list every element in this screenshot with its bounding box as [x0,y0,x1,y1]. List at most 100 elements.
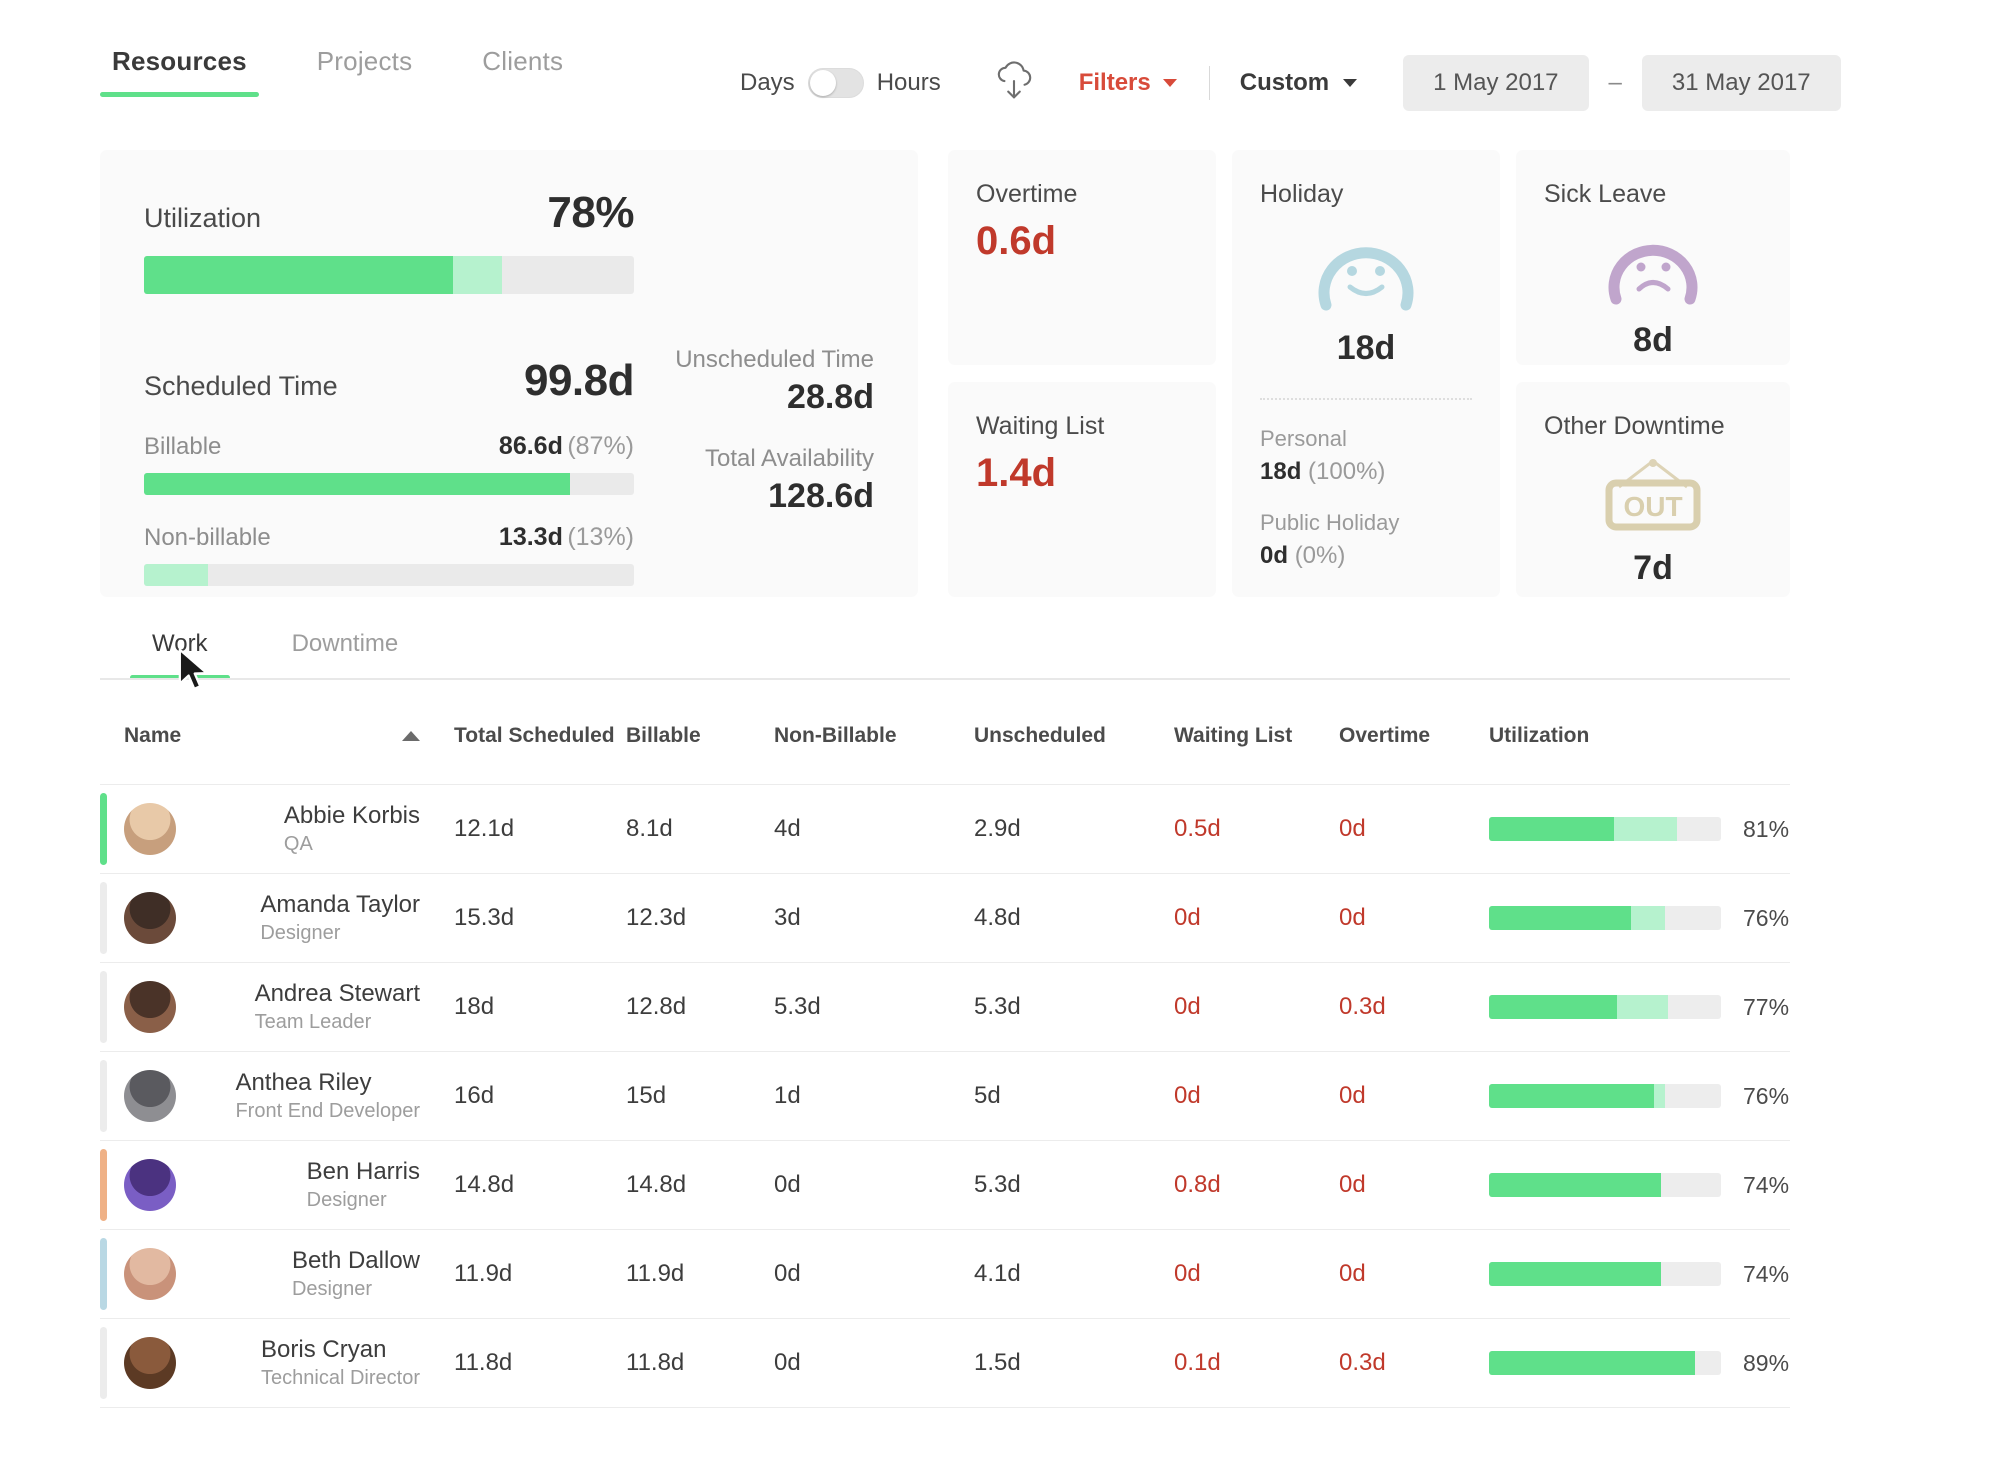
cell-unscheduled: 4.8d [974,904,1021,931]
date-from-input[interactable]: 1 May 2017 [1403,55,1589,111]
table-row[interactable]: Boris Cryan Technical Director 11.8d 11.8d 0… [100,1318,1790,1407]
other-downtime-card: Other Downtime OUT 7d [1516,382,1790,597]
utilization-label: Utilization [144,203,262,233]
row-accent-bar [100,793,107,865]
row-accent-bar [100,882,107,954]
tab-resources[interactable]: Resources [100,46,259,97]
toolbar: Days Hours Filters Custom 1 May 2017 – 3… [740,55,1841,111]
billable-label: Billable [144,433,222,460]
utilization-percent: 77% [1743,993,1790,1020]
resource-role: Designer [260,922,341,945]
resource-report-page: Resources Projects Clients Days Hours Fi… [0,0,1996,1480]
toolbar-divider [1208,66,1210,100]
column-header-non-billable[interactable]: Non-Billable [774,723,974,749]
table-row[interactable]: Amanda Taylor Designer 15.3d 12.3d 3d 4.8d 0d 0… [100,873,1790,962]
billable-bar [144,473,634,495]
cell-billable: 12.8d [626,993,687,1020]
sad-face-icon [1544,227,1762,311]
column-header-utilization[interactable]: Utilization [1489,723,1790,749]
nonbillable-value: 13.3d [498,523,563,551]
utilization-percent: 76% [1743,904,1790,931]
table-tabs: Work Downtime [130,630,420,680]
row-accent-bar [100,1149,107,1221]
cell-waiting-list: 0.1d [1174,1349,1221,1376]
avatar [124,1070,176,1122]
chevron-down-icon [1162,79,1177,87]
avatar [124,981,176,1033]
sick-leave-value: 8d [1633,321,1673,359]
table-row[interactable]: Abbie Korbis QA 12.1d 8.1d 4d 2.9d 0.5d 0d 81% [100,784,1790,873]
resource-role: Technical Director [261,1367,420,1390]
table-header-row: Name Total Scheduled Billable Non-Billab… [100,688,1790,784]
utilization-bar-nonbillable [1614,817,1677,841]
resource-role: Designer [306,1189,387,1212]
table-tabs-underline [100,678,1790,680]
cell-total-scheduled: 11.8d [454,1349,513,1376]
holiday-value: 18d [1336,329,1396,367]
column-header-total-scheduled[interactable]: Total Scheduled [454,723,626,749]
holiday-label: Holiday [1260,180,1344,208]
cell-total-scheduled: 11.9d [454,1260,513,1287]
cell-waiting-list: 0d [1174,904,1201,931]
tab-work[interactable]: Work [130,630,230,680]
cell-non-billable: 4d [774,815,801,842]
table-row[interactable]: Andrea Stewart Team Leader 18d 12.8d 5.3d 5.3… [100,962,1790,1051]
tab-downtime[interactable]: Downtime [270,630,421,680]
column-header-billable[interactable]: Billable [626,723,774,749]
column-header-waiting-list[interactable]: Waiting List [1174,723,1339,749]
holiday-personal-percent: (100%) [1308,458,1386,485]
unscheduled-time-value: 28.8d [787,378,874,416]
cell-unscheduled: 5.3d [974,1171,1021,1198]
holiday-card: Holiday 18d Personal 18d (100%) Public H… [1232,150,1500,597]
overtime-value: 0.6d [976,219,1057,263]
units-toggle-group: Days Hours [740,68,941,98]
avatar [124,803,176,855]
sick-leave-card: Sick Leave 8d [1516,150,1790,365]
resource-name: Amanda Taylor [260,890,420,918]
holiday-public-days: 0d [1260,542,1289,569]
table-row[interactable]: Anthea Riley Front End Developer 16d 15d 1d 5… [100,1051,1790,1140]
table-row[interactable]: Ben Harris Designer 14.8d 14.8d 0d 5.3d 0.8d 0d… [100,1140,1790,1229]
cloud-download-icon[interactable] [991,60,1037,106]
date-preset-dropdown[interactable]: Custom [1240,69,1358,97]
utilization-percent: 81% [1743,815,1790,842]
resource-name: Beth Dallow [291,1246,420,1274]
utilization-bar-billable [144,256,453,294]
billable-bar-fill [144,473,571,495]
table-bottom-border [100,1407,1790,1408]
utilization-bar-billable [1489,995,1617,1019]
units-toggle-knob [809,70,836,96]
column-header-unscheduled[interactable]: Unscheduled [974,723,1174,749]
cell-waiting-list: 0d [1174,993,1201,1020]
resource-name: Anthea Riley [235,1068,372,1096]
table-row[interactable]: Beth Dallow Designer 11.9d 11.9d 0d 4.1d 0d 0d 7… [100,1229,1790,1318]
cell-total-scheduled: 12.1d [454,815,515,842]
column-header-overtime[interactable]: Overtime [1339,723,1489,749]
units-hours-label: Hours [876,69,941,96]
tab-projects[interactable]: Projects [305,46,425,97]
nonbillable-percent: (13%) [567,523,634,551]
cell-non-billable: 0d [774,1260,801,1287]
holiday-personal-days: 18d [1260,458,1302,485]
units-toggle-switch[interactable] [807,68,864,98]
resource-name: Boris Cryan [261,1335,387,1363]
summary-cards: Utilization 78% Scheduled Time 99.8d Bil… [100,150,1790,597]
out-sign-icon: OUT [1544,455,1762,539]
utilization-bar-nonbillable [1616,995,1668,1019]
nonbillable-bar [144,564,634,586]
cell-overtime: 0.3d [1339,993,1386,1020]
holiday-public-label: Public Holiday [1260,510,1400,535]
holiday-personal-value: 18d (100%) [1260,458,1472,486]
tab-clients[interactable]: Clients [470,46,575,97]
scheduled-time-label: Scheduled Time [144,371,338,401]
filters-button[interactable]: Filters [1079,69,1177,97]
cell-unscheduled: 5d [974,1082,1001,1109]
cell-total-scheduled: 18d [454,993,495,1020]
tab-resources-label: Resources [112,46,247,76]
utilization-percent: 89% [1743,1349,1790,1376]
cell-waiting-list: 0d [1174,1260,1201,1287]
date-to-input[interactable]: 31 May 2017 [1641,55,1841,111]
cell-non-billable: 5.3d [774,993,821,1020]
cell-total-scheduled: 14.8d [454,1171,515,1198]
column-header-name[interactable]: Name [124,723,454,749]
